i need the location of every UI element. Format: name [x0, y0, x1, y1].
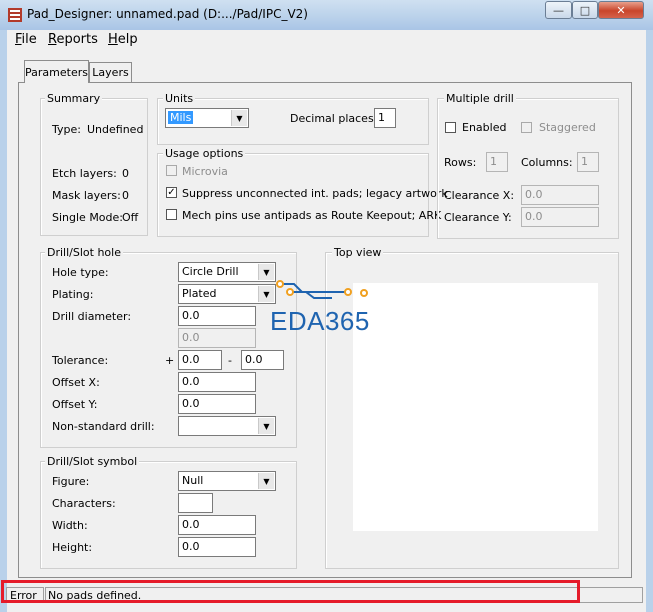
top-view-legend: Top view — [332, 246, 384, 259]
minimize-button[interactable]: — — [545, 1, 572, 19]
non-standard-drill-label: Non-standard drill: — [52, 420, 155, 433]
summary-legend: Summary — [45, 92, 103, 105]
clearance-x-label: Clearance X: — [444, 189, 515, 202]
menu-help-accel: H — [108, 32, 118, 47]
etch-layers-value: 0 — [122, 167, 129, 180]
units-legend: Units — [163, 92, 196, 105]
clearance-x-input[interactable]: 0.0 — [521, 185, 599, 205]
staggered-label: Staggered — [539, 121, 596, 134]
microvia-checkbox[interactable] — [166, 165, 177, 176]
offset-x-input[interactable]: 0.0 — [178, 372, 256, 392]
menu-bar — [7, 30, 646, 50]
tab-parameters[interactable]: Parameters — [24, 60, 89, 83]
watermark-logo: EDA365 — [270, 306, 370, 336]
units-select[interactable]: Mils ▼ — [165, 108, 249, 128]
decimal-places-input[interactable]: 1 — [374, 108, 396, 128]
drill-diameter-secondary-input[interactable]: 0.0 — [178, 328, 256, 348]
tolerance-minus-sign: - — [228, 354, 232, 367]
tolerance-plus-input[interactable]: 0.0 — [178, 350, 222, 370]
figure-value: Null — [182, 474, 204, 487]
menu-help[interactable]: Help — [108, 32, 138, 47]
chevron-down-icon[interactable]: ▼ — [231, 110, 247, 126]
close-button[interactable]: ✕ — [598, 1, 644, 19]
offset-y-label: Offset Y: — [52, 398, 98, 411]
height-input[interactable]: 0.0 — [178, 537, 256, 557]
multiple-drill-legend: Multiple drill — [444, 92, 516, 105]
columns-input[interactable]: 1 — [577, 152, 599, 172]
figure-select[interactable]: Null ▼ — [178, 471, 276, 491]
window-title: Pad_Designer: unnamed.pad (D:.../Pad/IPC… — [27, 7, 308, 21]
tolerance-plus-sign: + — [165, 354, 175, 367]
characters-label: Characters: — [52, 497, 116, 510]
window-frame-left — [0, 30, 7, 612]
mask-layers-label: Mask layers: — [52, 189, 121, 202]
columns-label: Columns: — [521, 156, 573, 169]
chevron-down-icon[interactable]: ▼ — [258, 418, 274, 434]
watermark-trace-graphic — [272, 276, 382, 302]
width-input[interactable]: 0.0 — [178, 515, 256, 535]
microvia-label: Microvia — [182, 165, 228, 178]
mech-pins-label: Mech pins use antipads as Route Keepout;… — [182, 209, 442, 222]
figure-label: Figure: — [52, 475, 90, 488]
mech-pins-checkbox[interactable] — [166, 209, 177, 220]
type-label: Type: — [52, 123, 81, 136]
clearance-y-label: Clearance Y: — [444, 211, 512, 224]
rows-label: Rows: — [444, 156, 477, 169]
type-value: Undefined — [87, 123, 144, 136]
tab-layers[interactable]: Layers — [89, 62, 132, 82]
suppress-label: Suppress unconnected int. pads; legacy a… — [182, 187, 448, 200]
drill-diameter-input[interactable]: 0.0 — [178, 306, 256, 326]
top-view-canvas — [353, 283, 598, 531]
menu-help-label: elp — [117, 32, 138, 47]
drill-symbol-legend: Drill/Slot symbol — [45, 455, 140, 468]
chevron-down-icon[interactable]: ▼ — [258, 473, 274, 489]
tolerance-label: Tolerance: — [52, 354, 109, 367]
window-frame-right — [646, 30, 653, 612]
units-select-value: Mils — [168, 111, 194, 124]
clearance-y-input[interactable]: 0.0 — [521, 207, 599, 227]
characters-input[interactable] — [178, 493, 213, 513]
width-label: Width: — [52, 519, 88, 532]
menu-reports-label: eports — [56, 32, 98, 47]
tolerance-minus-input[interactable]: 0.0 — [241, 350, 284, 370]
staggered-checkbox[interactable] — [521, 122, 532, 133]
menu-reports[interactable]: Reports — [48, 32, 98, 47]
usage-options-legend: Usage options — [163, 147, 246, 160]
plating-select[interactable]: Plated ▼ — [178, 284, 276, 304]
plating-value: Plated — [182, 287, 217, 300]
menu-file[interactable]: File — [15, 32, 37, 47]
drill-hole-legend: Drill/Slot hole — [45, 246, 123, 259]
etch-layers-label: Etch layers: — [52, 167, 117, 180]
app-icon — [7, 7, 23, 23]
hole-type-select[interactable]: Circle Drill ▼ — [178, 262, 276, 282]
non-standard-drill-select[interactable]: ▼ — [178, 416, 276, 436]
error-highlight-box — [1, 580, 580, 603]
enabled-checkbox[interactable] — [445, 122, 456, 133]
enabled-label: Enabled — [462, 121, 507, 134]
single-mode-value: Off — [122, 211, 139, 224]
menu-file-label: ile — [21, 32, 37, 47]
height-label: Height: — [52, 541, 93, 554]
offset-y-input[interactable]: 0.0 — [178, 394, 256, 414]
maximize-button[interactable]: □ — [572, 1, 598, 19]
single-mode-label: Single Mode: — [52, 211, 123, 224]
decimal-places-label: Decimal places: — [290, 112, 378, 125]
mask-layers-value: 0 — [122, 189, 129, 202]
offset-x-label: Offset X: — [52, 376, 100, 389]
hole-type-value: Circle Drill — [182, 265, 239, 278]
suppress-checkbox[interactable]: ✓ — [166, 187, 177, 198]
drill-diameter-label: Drill diameter: — [52, 310, 132, 323]
hole-type-label: Hole type: — [52, 266, 109, 279]
rows-input[interactable]: 1 — [486, 152, 508, 172]
plating-label: Plating: — [52, 288, 94, 301]
